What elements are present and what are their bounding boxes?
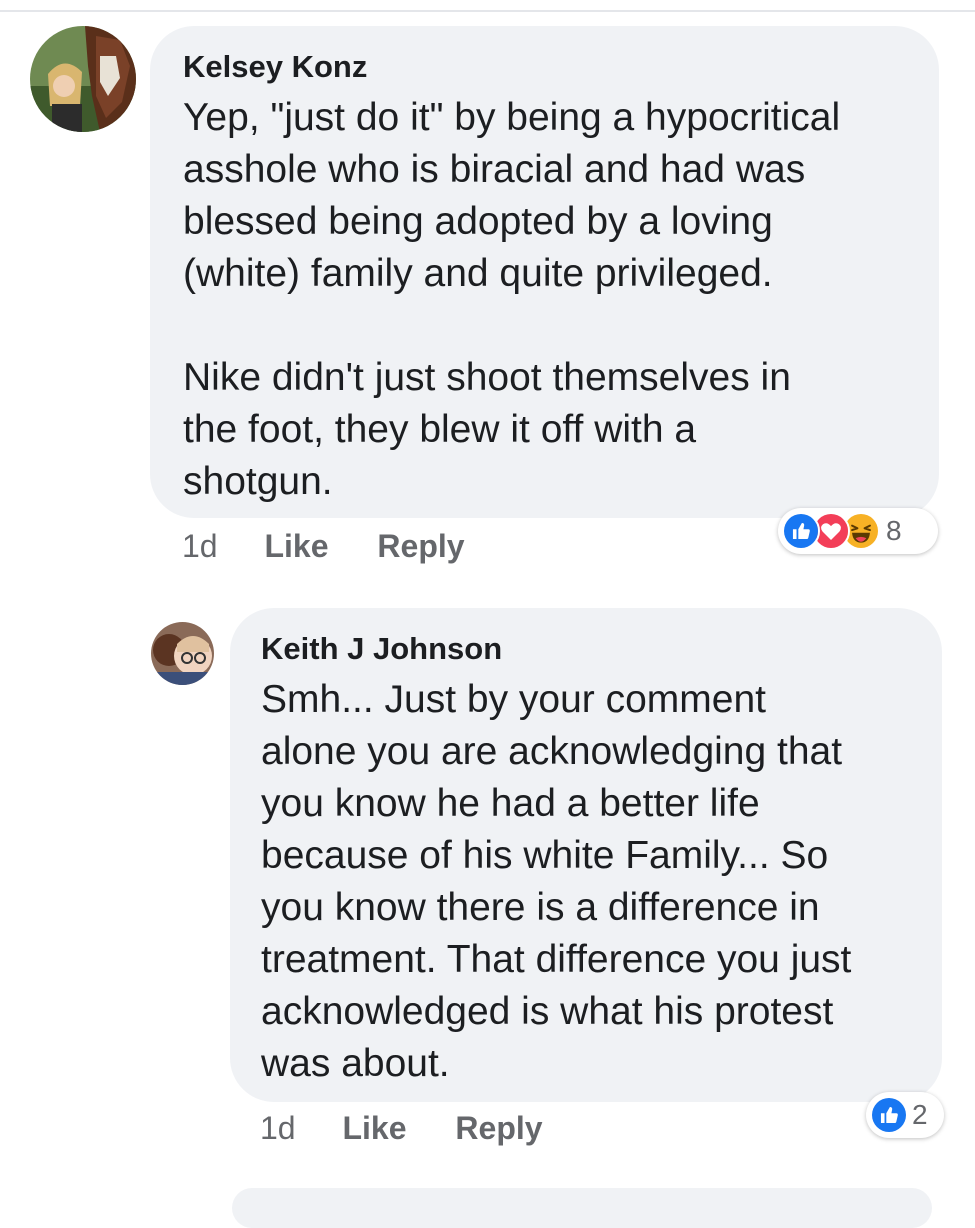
avatar-photo	[30, 26, 136, 132]
like-icon	[870, 1096, 908, 1134]
comment-actions: 1d Like Reply	[182, 528, 465, 564]
like-button[interactable]: Like	[264, 528, 328, 564]
reaction-count: 2	[912, 1099, 928, 1130]
reaction-summary[interactable]: 2	[866, 1092, 944, 1138]
comment-text: Yep, "just do it" by being a hypocritica…	[183, 96, 841, 503]
comment-actions: 1d Like Reply	[260, 1110, 543, 1146]
comment-author[interactable]: Keith J Johnson	[261, 632, 911, 666]
comment-text: Smh... Just by your comment alone you ar…	[261, 678, 852, 1085]
comment-timestamp[interactable]: 1d	[260, 1110, 296, 1146]
top-divider	[0, 0, 975, 12]
avatar[interactable]	[151, 622, 214, 685]
comment-bubble: Keith J Johnson Smh... Just by your comm…	[230, 608, 942, 1102]
reply-button[interactable]: Reply	[455, 1110, 542, 1146]
like-icon	[782, 512, 820, 550]
next-comment-bubble	[232, 1188, 932, 1228]
like-button[interactable]: Like	[342, 1110, 406, 1146]
reply-button[interactable]: Reply	[377, 528, 464, 564]
reaction-summary[interactable]: 8	[778, 508, 938, 554]
comment-author[interactable]: Kelsey Konz	[183, 50, 906, 84]
reaction-count: 8	[886, 515, 902, 546]
comment-bubble: Kelsey Konz Yep, "just do it" by being a…	[150, 26, 939, 518]
avatar[interactable]	[30, 26, 136, 132]
avatar-photo	[151, 622, 214, 685]
comment-timestamp[interactable]: 1d	[182, 528, 218, 564]
